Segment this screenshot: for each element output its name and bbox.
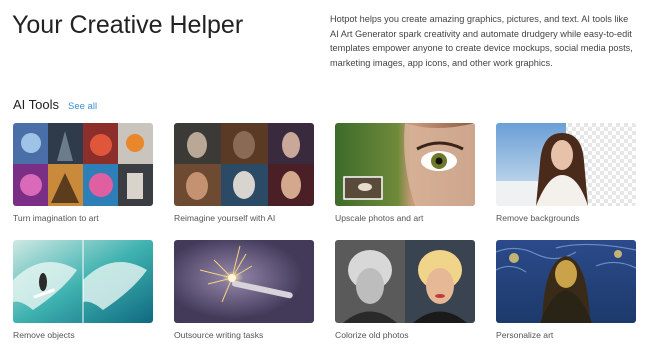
- tool-card-label: Upscale photos and art: [335, 213, 424, 223]
- tool-card-remove-objects[interactable]: Remove objects: [13, 240, 153, 340]
- tool-card-label: Remove objects: [13, 330, 75, 340]
- tool-thumbnail: [174, 240, 314, 323]
- tool-card-colorize-photos[interactable]: Colorize old photos: [335, 240, 475, 340]
- tool-thumbnail: [335, 123, 475, 206]
- see-all-link[interactable]: See all: [68, 101, 97, 112]
- tool-card-remove-backgrounds[interactable]: Remove backgrounds: [496, 123, 636, 223]
- tool-thumbnail: [496, 123, 636, 206]
- tool-card-personalize-art[interactable]: Personalize art: [496, 240, 636, 340]
- tool-thumbnail: [335, 240, 475, 323]
- tool-thumbnail: [174, 123, 314, 206]
- tool-card-reimagine-yourself[interactable]: Reimagine yourself with AI: [174, 123, 314, 223]
- hero-description: Hotpot helps you create amazing graphics…: [330, 14, 633, 68]
- tool-card-label: Personalize art: [496, 330, 554, 340]
- tool-card-label: Remove backgrounds: [496, 213, 580, 223]
- ai-tools-header: AI Tools See all: [13, 97, 97, 112]
- tool-card-upscale-photos[interactable]: Upscale photos and art: [335, 123, 475, 223]
- tool-card-label: Colorize old photos: [335, 330, 409, 340]
- tool-card-imagination-art[interactable]: Turn imagination to art: [13, 123, 153, 223]
- tool-card-label: Reimagine yourself with AI: [174, 213, 276, 223]
- tool-thumbnail: [496, 240, 636, 323]
- tool-card-label: Outsource writing tasks: [174, 330, 264, 340]
- tool-card-outsource-writing[interactable]: Outsource writing tasks: [174, 240, 314, 340]
- tool-thumbnail: [13, 240, 153, 323]
- tool-thumbnail: [13, 123, 153, 206]
- tool-card-label: Turn imagination to art: [13, 213, 99, 223]
- page-title: Your Creative Helper: [12, 11, 244, 39]
- section-title: AI Tools: [13, 97, 60, 112]
